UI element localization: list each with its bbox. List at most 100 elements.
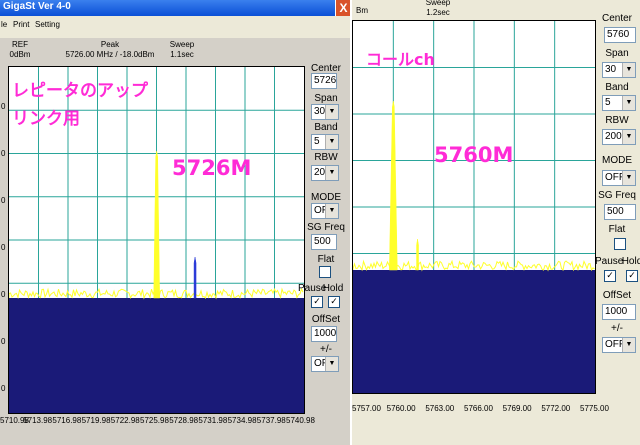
flat-checkbox[interactable] <box>319 266 331 278</box>
span-select[interactable]: 30 ▼ <box>602 62 636 78</box>
chevron-down-icon: ▼ <box>325 166 338 180</box>
plusminus-label: +/- <box>320 344 332 355</box>
hold-label: Hold <box>621 256 640 267</box>
signal-peak-0 <box>153 150 160 299</box>
rbw-label: RBW <box>314 152 338 163</box>
x-tick-label: 5757.00 <box>352 404 381 413</box>
signal-peak-1 <box>193 256 197 299</box>
band-label: Band <box>605 82 629 93</box>
annotation-freq: 5726M <box>172 156 252 180</box>
span-label: Span <box>605 48 629 59</box>
offset-input[interactable]: 1000 <box>602 304 636 320</box>
flat-label: Flat <box>608 224 626 235</box>
chevron-down-icon: ▼ <box>622 96 635 110</box>
peak-readout: Peak 5726.00 MHz / -18.0dBm <box>65 40 155 59</box>
y-tick-label: 0 <box>1 102 6 111</box>
rbw-select[interactable]: 200 ▼ <box>311 165 339 181</box>
band-label: Band <box>314 122 338 133</box>
mode-select[interactable]: OFF ▼ <box>311 203 339 219</box>
rbw-label: RBW <box>605 115 629 126</box>
span-label: Span <box>314 93 338 104</box>
plusminus-label: +/- <box>611 323 623 334</box>
x-tick-label: 5737.98 <box>256 416 286 425</box>
mode-label: MODE <box>311 192 341 203</box>
chevron-down-icon: ▼ <box>622 338 635 352</box>
sgfreq-input[interactable]: 500 <box>311 234 337 250</box>
menu-print[interactable]: Print <box>13 20 29 29</box>
x-tick-label: 5775.00 <box>580 404 609 413</box>
x-tick-label: 5719.98 <box>81 416 111 425</box>
sweep-readout: Sweep 1.2sec <box>425 0 451 17</box>
x-tick-label: 5772.00 <box>541 404 571 413</box>
pause-checkbox[interactable]: ✓ <box>311 296 323 308</box>
sweep-readout: Sweep 1.1sec <box>169 40 195 59</box>
noise-floor <box>353 270 595 393</box>
x-tick-label: 5740.98 <box>286 416 315 425</box>
sgfreq-label: SG Freq <box>598 190 636 201</box>
plusminus-select[interactable]: OFF ▼ <box>311 356 339 372</box>
menu-bar: le Print Setting <box>0 16 350 38</box>
pause-label: Pause <box>595 256 624 267</box>
title-bar[interactable]: GigaSt Ver 4-0 <box>0 0 335 16</box>
rbw-select[interactable]: 200 ▼ <box>602 129 636 145</box>
offset-label: OffSet <box>602 290 632 301</box>
hold-label: Hold <box>322 283 344 294</box>
ref-readout: REF 0dBm <box>9 40 31 59</box>
x-tick-label: 5728.98 <box>169 416 199 425</box>
x-tick-label: 5713.98 <box>23 416 53 425</box>
offset-label: OffSet <box>311 314 341 325</box>
x-tick-label: 5766.00 <box>464 404 493 413</box>
chevron-down-icon: ▼ <box>325 105 338 119</box>
y-tick-label: 0 <box>1 384 6 393</box>
annotation-repeater: レピータのアップ <box>12 81 148 101</box>
spectrum-plot[interactable] <box>352 20 596 394</box>
x-tick-label: 5763.00 <box>425 404 455 413</box>
hold-checkbox[interactable]: ✓ <box>328 296 340 308</box>
x-tick-label: 5734.98 <box>227 416 257 425</box>
hold-checkbox[interactable]: ✓ <box>626 270 638 282</box>
menu-file[interactable]: le <box>1 20 7 29</box>
chevron-down-icon: ▼ <box>622 63 635 77</box>
mode-select[interactable]: OFF ▼ <box>602 170 636 186</box>
annotation-freq: 5760M <box>434 143 514 167</box>
signal-peak-1 <box>416 238 419 271</box>
flat-label: Flat <box>317 254 335 265</box>
left-window: GigaSt Ver 4-0 le Print Setting REF 0dBm … <box>0 0 350 445</box>
right-window: Bm Sweep 1.2sec 5757.00 5760.00 5763.00 5766… <box>352 0 640 445</box>
chevron-down-icon: ▼ <box>325 135 338 149</box>
band-select[interactable]: 5 ▼ <box>602 95 636 111</box>
sgfreq-input[interactable]: 500 <box>604 204 636 220</box>
pause-checkbox[interactable]: ✓ <box>604 270 616 282</box>
sgfreq-label: SG Freq <box>307 222 345 233</box>
chevron-down-icon: ▼ <box>325 357 338 371</box>
menu-setting[interactable]: Setting <box>35 20 60 29</box>
annotation-call-channel: コールch <box>366 50 435 69</box>
mode-label: MODE <box>602 155 632 166</box>
ref-readout: Bm <box>356 6 368 15</box>
signal-peak-0 <box>389 100 398 271</box>
window-title: GigaSt Ver 4-0 <box>3 1 71 12</box>
noise-floor <box>9 298 304 413</box>
y-tick-label: 0 <box>1 337 6 346</box>
y-tick-label: 0 <box>1 290 6 299</box>
close-button[interactable]: X <box>335 0 351 16</box>
plusminus-select[interactable]: OFF ▼ <box>602 337 636 353</box>
x-tick-label: 5731.98 <box>198 416 228 425</box>
y-tick-label: 0 <box>1 243 6 252</box>
y-tick-label: 0 <box>1 149 6 158</box>
band-select[interactable]: 5 ▼ <box>311 134 339 150</box>
annotation-uplink: リンク用 <box>12 109 80 129</box>
center-label: Center <box>601 13 632 24</box>
chevron-down-icon: ▼ <box>622 130 635 144</box>
flat-checkbox[interactable] <box>614 238 626 250</box>
span-select[interactable]: 30 ▼ <box>311 104 339 120</box>
chevron-down-icon: ▼ <box>325 204 338 218</box>
chevron-down-icon: ▼ <box>622 171 635 185</box>
center-input[interactable]: 5760 <box>604 27 636 43</box>
center-input[interactable]: 5726 <box>311 73 337 89</box>
y-tick-label: 0 <box>1 196 6 205</box>
x-tick-label: 5769.00 <box>502 404 532 413</box>
offset-input[interactable]: 1000 <box>311 326 337 342</box>
spectrum-svg <box>353 21 595 393</box>
x-tick-label: 5760.00 <box>386 404 416 413</box>
